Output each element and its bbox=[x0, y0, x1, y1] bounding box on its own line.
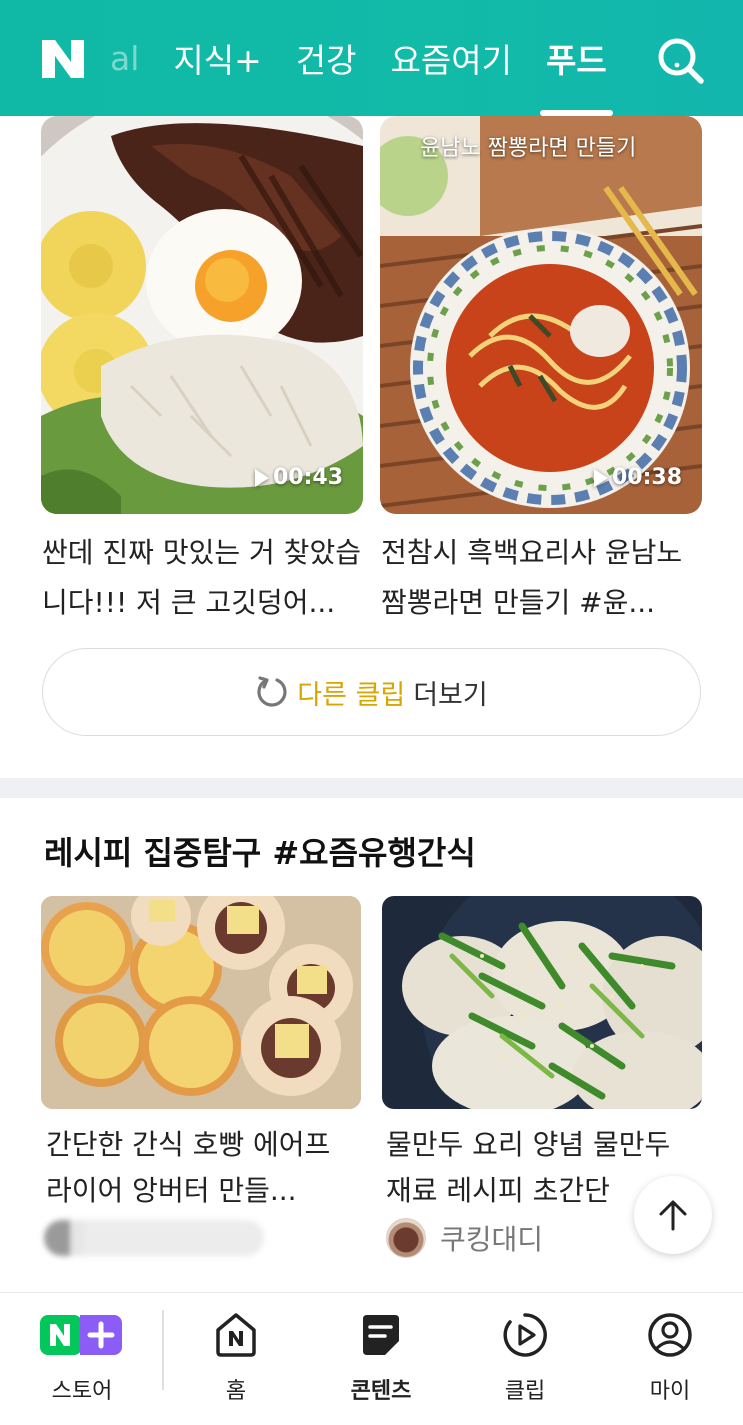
contents-icon bbox=[363, 1315, 399, 1355]
clip-duration: 00:43 bbox=[254, 465, 343, 490]
section-title: 레시피 집중탐구 #요즘유행간식 bbox=[44, 834, 476, 872]
recipe-thumbnail-1[interactable] bbox=[41, 896, 361, 1109]
arrow-up-icon bbox=[659, 1200, 687, 1231]
clip-title-1[interactable]: 싼데 진짜 맛있는 거 찾았습니다!!! 저 큰 고깃덩어... bbox=[42, 528, 372, 628]
profile-icon bbox=[648, 1313, 692, 1357]
tab-trending-places[interactable]: 요즘여기 bbox=[391, 0, 512, 116]
more-clips-accent: 다른 클립 bbox=[297, 679, 406, 711]
steak-plate-image bbox=[41, 116, 363, 514]
ramen-bowl-image bbox=[380, 116, 702, 514]
nav-store[interactable]: 스토어 bbox=[32, 1293, 132, 1425]
clip-thumbnail-2[interactable]: 윤남노 짬뽕라면 만들기 00:38 bbox=[380, 116, 702, 514]
hoppang-butter-image bbox=[41, 896, 361, 1109]
tab-health[interactable]: 건강 bbox=[296, 0, 357, 116]
clip-thumbnail-1[interactable]: 00:43 bbox=[41, 116, 363, 514]
author-name: 쿠킹대디 bbox=[440, 1223, 544, 1256]
more-clips-label: 더보기 bbox=[413, 679, 488, 711]
recipe-title-1[interactable]: 간단한 간식 호빵 에어프라이어 앙버터 만들... bbox=[46, 1122, 356, 1214]
recipe-author-2[interactable]: 쿠킹대디 bbox=[386, 1218, 543, 1258]
clip-duration: 00:38 bbox=[593, 465, 682, 490]
naver-plus-store-icon bbox=[40, 1315, 122, 1355]
tab-knowledge[interactable]: 지식+ bbox=[173, 0, 261, 116]
bottom-navigation: 스토어 홈 콘텐츠 클립 마이 bbox=[0, 1292, 743, 1425]
nav-separator bbox=[162, 1310, 164, 1390]
section-divider bbox=[0, 778, 743, 798]
recipe-thumbnail-2[interactable] bbox=[382, 896, 702, 1109]
top-header: al 지식+ 건강 요즘여기 푸드 bbox=[0, 0, 743, 116]
clip-play-icon bbox=[503, 1313, 547, 1357]
play-icon bbox=[254, 468, 269, 487]
nav-contents[interactable]: 콘텐츠 bbox=[331, 1293, 431, 1425]
mul-mandu-image bbox=[382, 896, 702, 1109]
naver-logo-icon[interactable] bbox=[40, 38, 86, 80]
home-icon bbox=[216, 1313, 256, 1357]
recipe-author-blurred bbox=[44, 1220, 264, 1256]
tab-food[interactable]: 푸드 bbox=[539, 0, 613, 116]
more-clips-button[interactable]: 다른 클립 더보기 bbox=[42, 648, 701, 736]
clip-overlay-caption: 윤남노 짬뽕라면 만들기 bbox=[420, 136, 637, 161]
avatar bbox=[386, 1218, 426, 1258]
category-tabs: al 지식+ 건강 요즘여기 푸드 bbox=[110, 0, 641, 116]
nav-my[interactable]: 마이 bbox=[620, 1293, 720, 1425]
clip-title-2[interactable]: 전참시 흑백요리사 윤남노 짬뽕라면 만들기 #윤... bbox=[381, 528, 705, 628]
play-icon bbox=[593, 468, 608, 487]
refresh-icon bbox=[257, 676, 287, 707]
nav-clip[interactable]: 클립 bbox=[475, 1293, 575, 1425]
tab-prev-partial[interactable]: al bbox=[110, 0, 139, 116]
nav-home[interactable]: 홈 bbox=[186, 1293, 286, 1425]
search-icon[interactable] bbox=[656, 36, 706, 84]
scroll-to-top-button[interactable] bbox=[634, 1176, 712, 1254]
